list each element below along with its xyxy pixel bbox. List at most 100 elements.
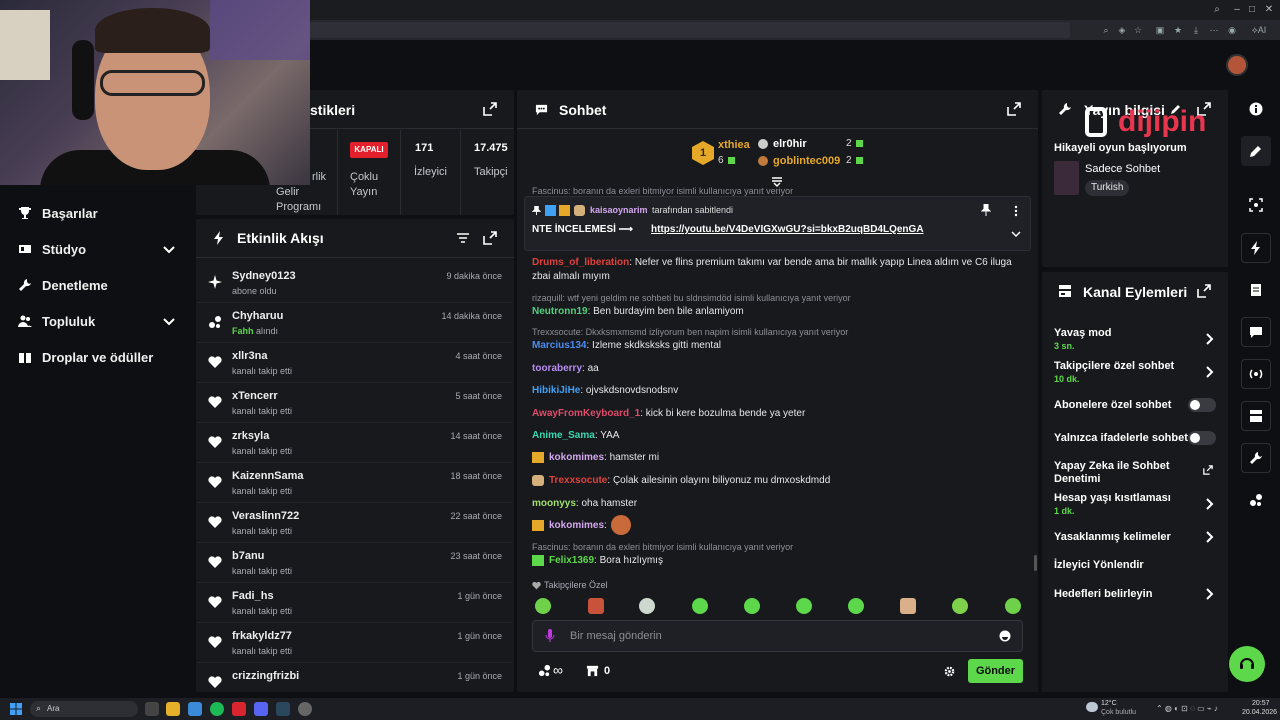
chat-username[interactable]: tooraberry xyxy=(532,363,582,374)
notes-button[interactable] xyxy=(1241,275,1271,305)
pin-icon[interactable] xyxy=(981,204,991,216)
feed-username[interactable]: crizzingfrizbi xyxy=(232,670,299,682)
microphone-icon[interactable] xyxy=(545,629,555,643)
emoji-icon[interactable] xyxy=(999,630,1011,642)
raid-label[interactable]: İzleyici Yönlendir xyxy=(1054,559,1144,572)
chat-button[interactable] xyxy=(1241,317,1271,347)
slow-mode-label[interactable]: Yavaş mod xyxy=(1054,327,1111,340)
chat-username[interactable]: HibikiJiHe xyxy=(532,385,580,396)
feed-username[interactable]: b7anu xyxy=(232,550,264,562)
moderation-button[interactable] xyxy=(1241,443,1271,473)
extension-icon[interactable]: ▣ xyxy=(1154,24,1166,36)
leaderboard-user[interactable]: xthiea xyxy=(718,139,750,151)
leaderboard-user[interactable]: goblintec009 xyxy=(773,155,840,167)
popout-icon[interactable] xyxy=(483,102,497,116)
emote-icon[interactable] xyxy=(900,598,916,614)
support-button[interactable] xyxy=(1229,646,1265,682)
feed-username[interactable]: frkakyldz77 xyxy=(232,630,292,642)
spotify-icon[interactable] xyxy=(210,702,224,716)
opera-icon[interactable] xyxy=(232,702,246,716)
chevron-right-icon[interactable] xyxy=(1203,498,1215,510)
feed-username[interactable]: Veraslinn722 xyxy=(232,510,299,522)
popout-icon[interactable] xyxy=(1007,102,1021,116)
feed-row[interactable]: Fadi_hs kanalı takip etti 1 gün önce xyxy=(197,583,512,623)
followers-only-chat-label[interactable]: Takipçilere özel sohbet xyxy=(1054,360,1174,373)
emote-icon[interactable] xyxy=(796,598,812,614)
task-view-icon[interactable] xyxy=(145,702,159,716)
feed-row[interactable]: b7anu kanalı takip etti 23 saat önce xyxy=(197,543,512,583)
feed-username[interactable]: xllr3na xyxy=(232,350,267,362)
feed-row[interactable]: Chyharuu Fahh alındı 14 dakika önce xyxy=(197,303,512,343)
emote-icon[interactable] xyxy=(952,598,968,614)
tray-icons[interactable]: ⌃ ◍ ◐ ⊡ ◌ ▭ ⌁ ♪ xyxy=(1156,704,1218,713)
send-button[interactable]: Gönder xyxy=(968,659,1023,683)
emote-icon[interactable] xyxy=(848,598,864,614)
discord-icon[interactable] xyxy=(254,702,268,716)
chat-username[interactable]: Drums_of_liberation xyxy=(532,257,629,268)
feed-username[interactable]: Fadi_hs xyxy=(232,590,274,602)
feed-row[interactable]: frkakyldz77 kanalı takip etti 1 gün önce xyxy=(197,623,512,663)
chat-username[interactable]: Marcius134 xyxy=(532,340,586,351)
chat-username[interactable]: Felix1369 xyxy=(549,555,594,566)
ai-moderation-label[interactable]: Yapay Zeka ile Sohbet Denetimi xyxy=(1054,460,1174,486)
chevron-down-icon[interactable] xyxy=(162,314,176,328)
maximize-icon[interactable]: □ xyxy=(1245,3,1259,17)
emote-icon[interactable] xyxy=(744,598,760,614)
emote-icon[interactable] xyxy=(692,598,708,614)
chat-input-placeholder[interactable]: Bir mesaj gönderin xyxy=(570,630,662,642)
points-button[interactable] xyxy=(1241,485,1271,515)
favorites-icon[interactable]: ★ xyxy=(1172,24,1184,36)
popout-icon[interactable] xyxy=(483,231,497,245)
chat-username[interactable]: kokomimes xyxy=(549,520,604,531)
chevron-right-icon[interactable] xyxy=(1203,333,1215,345)
zoom-icon[interactable]: ⌕ xyxy=(1100,24,1112,36)
banned-words-label[interactable]: Yasaklanmış kelimeler xyxy=(1054,531,1171,544)
steam-icon[interactable] xyxy=(276,702,290,716)
points-icon[interactable] xyxy=(538,664,551,677)
emote-icon[interactable] xyxy=(588,598,604,614)
account-age-label[interactable]: Hesap yaşı kısıtlaması xyxy=(1054,492,1171,505)
chat-username[interactable]: Anime_Sama xyxy=(532,430,595,441)
broadcast-button[interactable] xyxy=(1241,359,1271,389)
emote-only-toggle[interactable] xyxy=(1188,431,1216,445)
chat-username[interactable]: Neutronn19 xyxy=(532,306,588,317)
nav-item-studio[interactable]: Stüdyo xyxy=(18,239,86,259)
feed-username[interactable]: zrksyla xyxy=(232,430,269,442)
close-icon[interactable]: ✕ xyxy=(1262,3,1276,17)
emote-icon[interactable] xyxy=(535,598,551,614)
pinned-by-user[interactable]: kaisaoynarim xyxy=(590,205,648,215)
chevron-right-icon[interactable] xyxy=(1203,588,1215,600)
chevron-right-icon[interactable] xyxy=(1203,366,1215,378)
search-icon[interactable]: ⌕ xyxy=(1210,3,1224,17)
nav-item-community[interactable]: Topluluk xyxy=(18,311,95,331)
windows-start-icon[interactable] xyxy=(10,703,22,715)
copilot-icon[interactable]: ⟡AI xyxy=(1244,24,1274,36)
feed-username[interactable]: Sydney0123 xyxy=(232,270,296,282)
pinned-link[interactable]: https://youtu.be/V4DeVIGXwGU?si=bkxB2uqB… xyxy=(651,224,924,235)
emote-icon[interactable] xyxy=(639,598,655,614)
chevron-down-icon[interactable] xyxy=(162,242,176,256)
extension-icon[interactable]: ◈ xyxy=(1116,24,1128,36)
edge-icon[interactable] xyxy=(188,702,202,716)
emote-icon[interactable] xyxy=(1005,598,1021,614)
nav-item-achievements[interactable]: Başarılar xyxy=(18,203,98,223)
star-icon[interactable]: ☆ xyxy=(1132,24,1144,36)
external-link-icon[interactable] xyxy=(1203,465,1213,475)
address-bar[interactable] xyxy=(310,22,1070,38)
feed-username[interactable]: xTencerr xyxy=(232,390,278,402)
feed-row[interactable]: zrksyla kanalı takip etti 14 saat önce xyxy=(197,423,512,463)
feed-row[interactable]: Sydney0123 abone oldu 9 dakika önce xyxy=(197,263,512,303)
subscribers-only-toggle[interactable] xyxy=(1188,398,1216,412)
feed-username[interactable]: Chyharuu xyxy=(232,310,283,322)
minimize-icon[interactable]: – xyxy=(1230,3,1244,17)
chevron-down-icon[interactable] xyxy=(1011,230,1021,238)
chat-scrollbar[interactable] xyxy=(1034,555,1037,571)
feed-row[interactable]: xllr3na kanalı takip etti 4 saat önce xyxy=(197,343,512,383)
chat-username[interactable]: moonyys xyxy=(532,498,576,509)
shop-icon[interactable] xyxy=(586,664,599,677)
chat-username[interactable]: kokomimes xyxy=(549,452,604,463)
nav-item-moderation[interactable]: Denetleme xyxy=(18,275,108,295)
feed-username[interactable]: KaizennSama xyxy=(232,470,304,482)
category-thumbnail[interactable] xyxy=(1054,161,1079,195)
focus-button[interactable] xyxy=(1241,190,1271,220)
